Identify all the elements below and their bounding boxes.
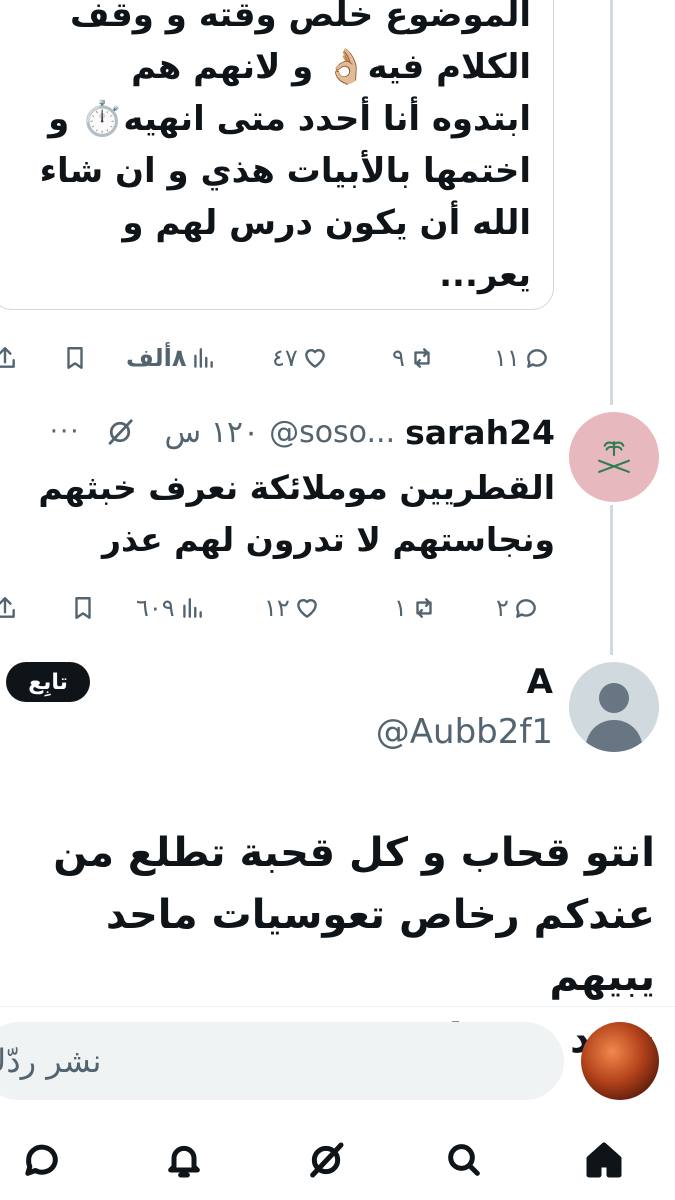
heart-icon	[304, 349, 325, 368]
grok-icon	[310, 1142, 344, 1178]
heart-icon	[296, 599, 317, 618]
views-button[interactable]: ٦٠٩	[136, 588, 205, 628]
repost-button[interactable]: ٩	[392, 338, 435, 378]
text-line: ابتدوه أنا أحدد متى انهيه⏱️ و	[48, 99, 531, 139]
thread-line	[610, 0, 613, 405]
views-count: ٨ألف	[126, 344, 187, 372]
nav-notifications[interactable]	[160, 1136, 208, 1184]
text-line: الكلام فيه👌🏼 و لانهم هم	[131, 47, 531, 87]
repost-button[interactable]: ١	[394, 588, 437, 628]
reply-button[interactable]: ٢	[496, 588, 539, 628]
share-button[interactable]	[0, 338, 18, 378]
display-name[interactable]: sarah24	[405, 413, 555, 452]
reply-button[interactable]: ١١	[494, 338, 550, 378]
follow-button[interactable]: تابِع	[6, 662, 90, 702]
quoted-post-card[interactable]: الموضوع خلص وقته و وقف الكلام فيه👌🏼 و لا…	[0, 0, 554, 310]
notifications-icon	[168, 1145, 200, 1178]
views-icon	[182, 598, 202, 618]
reply-icon	[516, 599, 536, 618]
likes-count: ٤٧	[272, 344, 298, 372]
share-button[interactable]	[0, 588, 18, 628]
reposts-count: ٩	[392, 344, 405, 372]
default-avatar-icon	[585, 683, 643, 752]
share-icon	[0, 347, 15, 368]
text-line: اختمها بالأبيات هذي و ان شاء	[39, 151, 531, 191]
post-time[interactable]: ١٢٠ س	[165, 415, 260, 450]
like-button[interactable]: ١٢	[264, 588, 320, 628]
reply-input[interactable]: نشر ردّك	[0, 1022, 564, 1100]
views-icon	[194, 348, 214, 368]
messages-icon	[25, 1144, 58, 1176]
more-options-icon[interactable]: ···	[50, 417, 81, 447]
views-button[interactable]: ٨ألف	[126, 338, 216, 378]
likes-count: ١٢	[264, 594, 290, 622]
repost-icon	[416, 598, 432, 618]
reply-placeholder: نشر ردّك	[0, 1042, 102, 1080]
like-button[interactable]: ٤٧	[272, 338, 328, 378]
bottom-nav	[0, 1128, 675, 1198]
home-icon	[586, 1142, 622, 1178]
avatar[interactable]	[569, 412, 659, 502]
quoted-post-text: الموضوع خلص وقته و وقف الكلام فيه👌🏼 و لا…	[31, 0, 531, 301]
search-icon	[448, 1144, 480, 1176]
text-line: ونجاستهم لا تدرون لهم عذر	[102, 520, 555, 559]
bookmark-button[interactable]	[70, 588, 96, 628]
bookmark-icon	[67, 347, 83, 369]
text-line: القطريين موملائكة نعرف خبثهم	[38, 468, 555, 507]
display-name[interactable]: A	[527, 662, 553, 702]
share-icon	[0, 597, 15, 618]
text-line: الله أن يكون درس لهم و يعر...	[122, 203, 531, 295]
replies-count: ٢	[496, 594, 509, 622]
text-line: انتو قحاب و كل قحبة تطلع من	[53, 830, 655, 876]
nav-grok[interactable]	[302, 1136, 350, 1184]
text-line: الموضوع خلص وقته و وقف	[70, 0, 531, 35]
nav-search[interactable]	[440, 1136, 488, 1184]
reply-header: ··· ١٢٠ س @soso... sarah24	[50, 410, 555, 454]
bookmark-icon	[75, 597, 91, 619]
replies-count: ١١	[494, 344, 520, 372]
nav-home[interactable]	[580, 1136, 628, 1184]
post-actions: ٦٠٩ ١٢ ١ ٢	[0, 588, 560, 628]
reply-icon	[526, 349, 547, 368]
bookmark-button[interactable]	[62, 338, 88, 378]
thread-line	[610, 505, 613, 655]
user-handle[interactable]: @soso...	[269, 415, 395, 450]
avatar[interactable]	[569, 662, 659, 752]
views-count: ٦٠٩	[136, 594, 175, 622]
text-line: عندكم رخاص تعوسيات ماحد يبيهم	[105, 892, 655, 1000]
reposts-count: ١	[394, 594, 407, 622]
user-handle[interactable]: @Aubb2f1	[376, 712, 553, 752]
divider	[0, 1006, 675, 1007]
my-avatar[interactable]	[581, 1022, 659, 1100]
reply-text: القطريين موملائكة نعرف خبثهم ونجاستهم لا…	[35, 462, 555, 566]
saudi-emblem-icon	[598, 441, 630, 473]
post-actions: ٨ألف ٤٧ ٩ ١١	[0, 338, 560, 378]
repost-icon	[414, 348, 430, 368]
grok-icon[interactable]	[105, 417, 135, 447]
nav-messages[interactable]	[18, 1136, 66, 1184]
